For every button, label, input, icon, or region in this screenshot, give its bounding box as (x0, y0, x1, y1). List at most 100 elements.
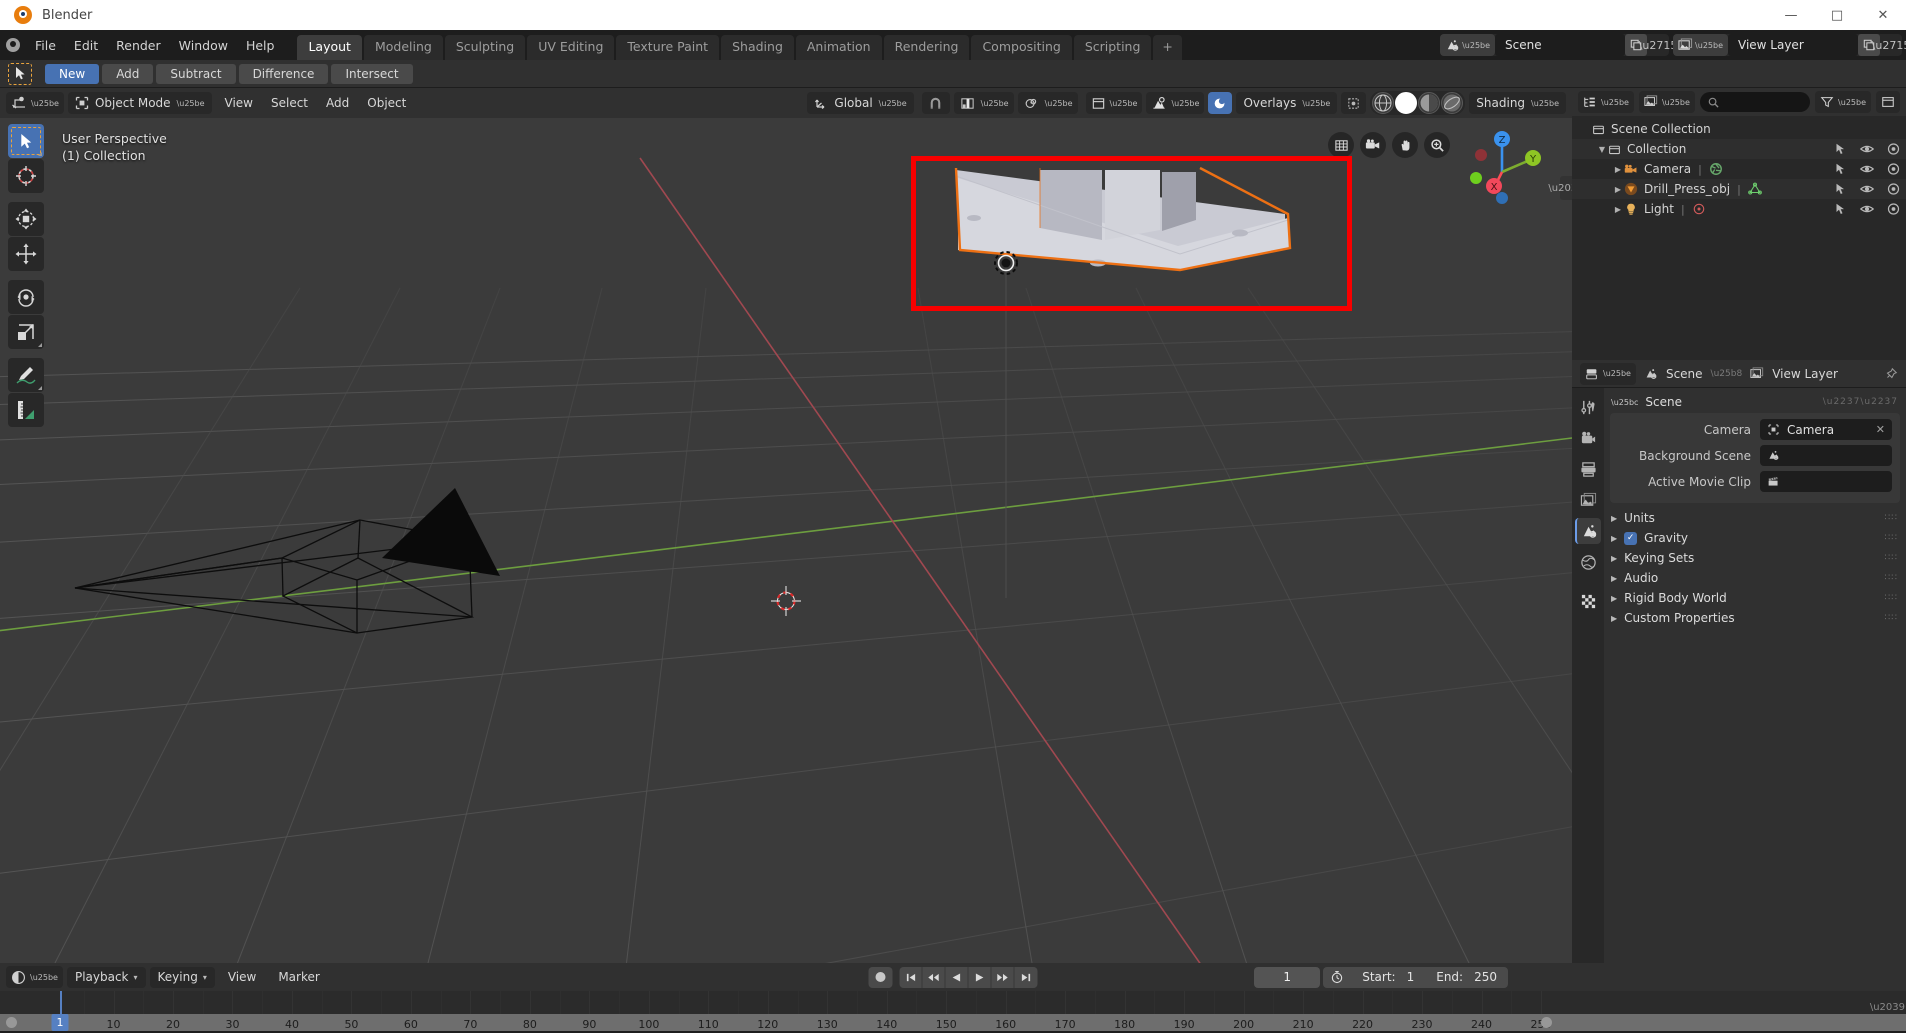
panel-custom-properties[interactable]: ▶ Custom Properties ∷∷ (1604, 608, 1906, 628)
play-reverse-button[interactable] (946, 966, 969, 988)
timeline-playback-dropdown[interactable]: Playback ▾ (66, 966, 146, 988)
magnet-icon[interactable] (927, 94, 945, 112)
start-frame-field[interactable]: Start: 1 (1351, 967, 1425, 988)
view-layer-selector[interactable]: \u25be View Layer \u2715 (1673, 34, 1906, 56)
selectable-toggle-icon[interactable] (1835, 163, 1847, 175)
viewport-menu-object[interactable]: Object (358, 92, 415, 114)
current-frame-field[interactable]: 1 (1254, 966, 1321, 988)
panel-checkbox[interactable]: ✓ (1624, 531, 1638, 545)
workspace-tab-rendering[interactable]: Rendering (883, 34, 970, 60)
workspace-tab-uv-editing[interactable]: UV Editing (527, 34, 615, 60)
workspace-tab-layout[interactable]: Layout (297, 34, 362, 60)
timeline-sidebar-toggle[interactable]: \u2039 (1870, 1002, 1905, 1013)
expand-icon[interactable]: ▶ (1612, 165, 1624, 174)
timeline-menu-marker[interactable]: Marker (269, 966, 328, 988)
timeline-keying-dropdown[interactable]: Keying ▾ (149, 966, 215, 988)
scene-icon[interactable]: \u25be (1440, 34, 1496, 56)
selectable-toggle-icon[interactable] (1835, 183, 1847, 195)
hide-in-viewport-toggle-icon[interactable] (1860, 183, 1874, 195)
scene-tab[interactable] (1575, 518, 1601, 544)
disable-in-render-toggle-icon[interactable] (1887, 143, 1900, 155)
fast-forward-button[interactable] (992, 966, 1015, 988)
outliner-editor-type[interactable]: \u25be (1578, 91, 1634, 113)
end-frame-field[interactable]: End: 250 (1425, 967, 1508, 988)
play-button[interactable] (969, 966, 992, 988)
timeline-menu-view[interactable]: View (219, 966, 265, 988)
field-value-input[interactable]: Camera ✕ (1760, 419, 1892, 440)
use-preview-range-button[interactable] (1323, 967, 1351, 988)
mesh-data-icon[interactable] (1747, 182, 1762, 196)
timeline-ruler[interactable]: 10 20 30 40 50 60 70 80 90 100 110 120 130 140 150 160 1… (0, 1014, 1906, 1031)
jump-to-start-button[interactable] (900, 966, 923, 988)
timeline-range-handle-left[interactable] (6, 1017, 17, 1028)
expand-collapse-icon[interactable]: ▼ (1596, 145, 1608, 154)
outliner-row-collection[interactable]: ▼ Collection (1572, 139, 1906, 159)
outliner-row-camera[interactable]: ▶ Camera | (1572, 159, 1906, 179)
cursor-tool[interactable] (8, 159, 44, 193)
panel-rigid-body-world[interactable]: ▶ Rigid Body World ∷∷ (1604, 588, 1906, 608)
menu-render[interactable]: Render (107, 34, 170, 57)
hide-in-viewport-toggle-icon[interactable] (1860, 203, 1874, 215)
snap-element-controls[interactable]: \u25be (1017, 92, 1078, 114)
panel-keying-sets[interactable]: ▶ Keying Sets ∷∷ (1604, 548, 1906, 568)
bool-subtract-button[interactable]: Subtract (156, 63, 236, 84)
select-cursor-icon[interactable] (8, 62, 32, 85)
workspace-tab-animation[interactable]: Animation (795, 34, 882, 60)
scene-selector[interactable]: \u25be Scene \u2715 (1440, 34, 1677, 56)
viewport-sidebar-toggle[interactable]: \u2039 (1548, 176, 1572, 200)
viewport-menu-view[interactable]: View (216, 92, 262, 114)
outliner-search-input[interactable] (1699, 92, 1811, 112)
wireframe-shading-button[interactable] (1372, 92, 1395, 114)
scale-tool[interactable] (8, 315, 44, 349)
rotate-tool[interactable] (8, 280, 44, 314)
properties-breadcrumb-view-layer[interactable]: View Layer (1772, 367, 1838, 381)
hide-in-viewport-toggle-icon[interactable] (1860, 143, 1874, 155)
panel-units[interactable]: ▶ Units ∷∷ (1604, 508, 1906, 528)
proportional-edit-icon[interactable] (1023, 94, 1041, 112)
world-tab[interactable] (1575, 549, 1601, 575)
3d-viewport[interactable]: \u25be Object Mode \u25be View Select Add O… (0, 88, 1572, 963)
workspace-tab-compositing[interactable]: Compositing (971, 34, 1072, 60)
bool-new-button[interactable]: New (45, 63, 100, 84)
pin-icon[interactable] (1884, 367, 1898, 381)
close-button[interactable]: ✕ (1860, 0, 1906, 30)
transform-pivot-icon[interactable] (959, 94, 977, 112)
workspace-tab-sculpting[interactable]: Sculpting (444, 34, 526, 60)
selectable-toggle-icon[interactable] (1835, 143, 1847, 155)
selectable-toggle-icon[interactable] (1835, 203, 1847, 215)
light-data-icon[interactable] (1692, 202, 1706, 216)
shading-mode-group[interactable] (1370, 91, 1466, 115)
xray-toggle[interactable] (1341, 92, 1367, 114)
add-workspace-button[interactable]: + (1153, 34, 1182, 60)
solid-shading-button[interactable] (1395, 92, 1418, 114)
annotate-tool[interactable] (8, 358, 44, 392)
outliner-new-collection-button[interactable] (1876, 91, 1900, 113)
expand-icon[interactable]: ▶ (1612, 205, 1624, 214)
viewport-menu-add[interactable]: Add (317, 92, 358, 114)
workspace-tab-texture-paint[interactable]: Texture Paint (616, 34, 720, 60)
bool-intersect-button[interactable]: Intersect (331, 63, 413, 84)
disable-in-render-toggle-icon[interactable] (1887, 203, 1900, 215)
output-tab[interactable] (1575, 456, 1601, 482)
disable-in-render-toggle-icon[interactable] (1887, 183, 1900, 195)
gizmo-toggle[interactable]: \u25be (1146, 92, 1205, 114)
remove-view-layer-button[interactable]: \u2715 (1872, 34, 1906, 56)
outliner-row-light[interactable]: ▶ Light | (1572, 199, 1906, 219)
properties-breadcrumb-scene[interactable]: Scene (1666, 367, 1703, 381)
proportional-editing-controls[interactable]: \u25be (953, 92, 1014, 114)
tweak-select-tool[interactable] (8, 124, 44, 158)
view-layer-icon[interactable]: \u25be (1673, 34, 1728, 56)
pan-view-icon[interactable] (1392, 132, 1418, 158)
overlays-dropdown[interactable]: Overlays \u25be (1236, 92, 1338, 114)
panel-audio[interactable]: ▶ Audio ∷∷ (1604, 568, 1906, 588)
minimize-button[interactable]: — (1768, 0, 1814, 30)
hide-in-viewport-toggle-icon[interactable] (1860, 163, 1874, 175)
scene-panel-header[interactable]: \u25bc Scene \u2237\u2237 (1604, 391, 1906, 413)
material-preview-shading-button[interactable] (1418, 92, 1441, 114)
scene-name[interactable]: Scene (1495, 34, 1626, 56)
maximize-button[interactable]: □ (1814, 0, 1860, 30)
shading-dropdown[interactable]: Shading \u25be (1469, 92, 1566, 114)
camera-view-icon[interactable] (1360, 132, 1386, 158)
measure-tool[interactable] (8, 393, 44, 427)
transform-orientation-selector[interactable]: Global \u25be (807, 92, 914, 114)
